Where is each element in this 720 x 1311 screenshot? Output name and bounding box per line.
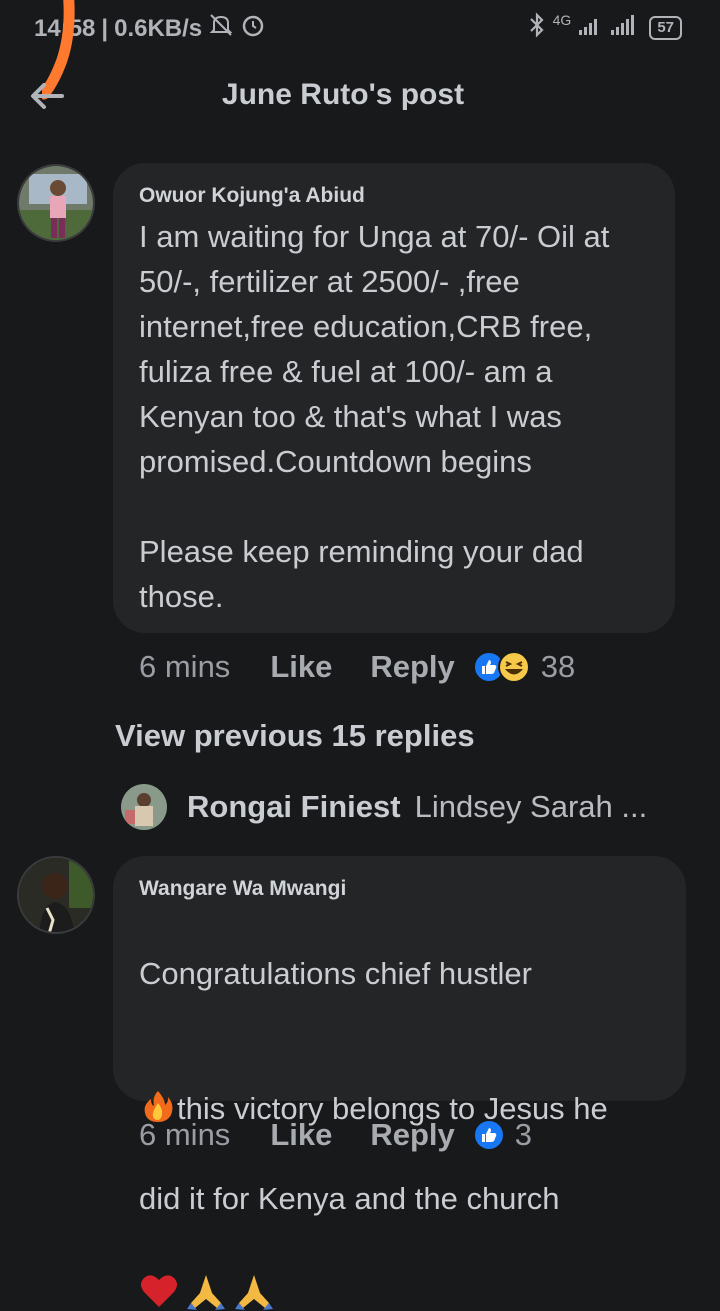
comment-time[interactable]: 6 mins <box>139 649 230 685</box>
comment-line: Congratulations chief hustler <box>139 956 532 991</box>
comment-line: did it for Kenya and the church <box>139 1181 560 1216</box>
comment-actions: 6 mins Like Reply 3 <box>139 1117 532 1153</box>
reply-button[interactable]: Reply <box>370 1117 454 1153</box>
mute-alarm-icon <box>208 12 234 45</box>
post-header: June Ruto's post <box>0 60 720 140</box>
alarm-clock-icon <box>240 12 266 45</box>
emoji-line <box>139 1271 275 1311</box>
profile-photo <box>121 784 167 830</box>
praying-hands-emoji-icon <box>235 1274 273 1310</box>
like-button[interactable]: Like <box>270 649 332 685</box>
reaction-count[interactable]: 38 <box>541 649 575 685</box>
haha-reaction-icon <box>497 651 530 683</box>
page-title: June Ruto's post <box>221 78 465 111</box>
comment-author[interactable]: Owuor Kojung'a Abiud <box>139 184 365 208</box>
reaction-count[interactable]: 3 <box>515 1117 532 1153</box>
comment-actions: 6 mins Like Reply 38 <box>139 649 575 685</box>
comment-text: Congratulations chief hustler this victo… <box>139 906 684 1311</box>
comment-text: I am waiting for Unga at 70/- Oil at 50/… <box>139 219 610 614</box>
status-bar: 14:58 | 0.6KB/s 4G 57 <box>0 0 720 100</box>
reactions-summary[interactable] <box>472 650 531 684</box>
reply-button[interactable]: Reply <box>370 649 454 685</box>
like-button[interactable]: Like <box>270 1117 332 1153</box>
reply-author: Rongai Finiest <box>187 789 401 824</box>
praying-hands-emoji-icon <box>187 1274 225 1310</box>
avatar <box>121 784 167 830</box>
reply-snippet: Lindsey Sarah ... <box>414 789 648 824</box>
network-type-label: 4G <box>552 12 572 28</box>
avatar[interactable] <box>17 164 95 242</box>
heart-emoji-icon <box>141 1275 177 1307</box>
profile-photo <box>19 166 93 240</box>
avatar[interactable] <box>17 856 95 934</box>
reactions-summary[interactable] <box>472 1119 505 1151</box>
signal-strength-icon <box>579 14 641 42</box>
battery-icon: 57 <box>649 16 682 40</box>
profile-photo <box>19 858 93 932</box>
comment-author[interactable]: Wangare Wa Mwangi <box>139 877 346 901</box>
comment-time[interactable]: 6 mins <box>139 1117 230 1153</box>
like-reaction-icon <box>472 1119 505 1151</box>
reply-preview[interactable]: Rongai Finiest Lindsey Sarah ... <box>121 784 647 830</box>
bluetooth-icon <box>529 12 545 44</box>
view-previous-replies-link[interactable]: View previous 15 replies <box>115 718 475 754</box>
network-speed: 0.6KB/s <box>114 14 203 42</box>
